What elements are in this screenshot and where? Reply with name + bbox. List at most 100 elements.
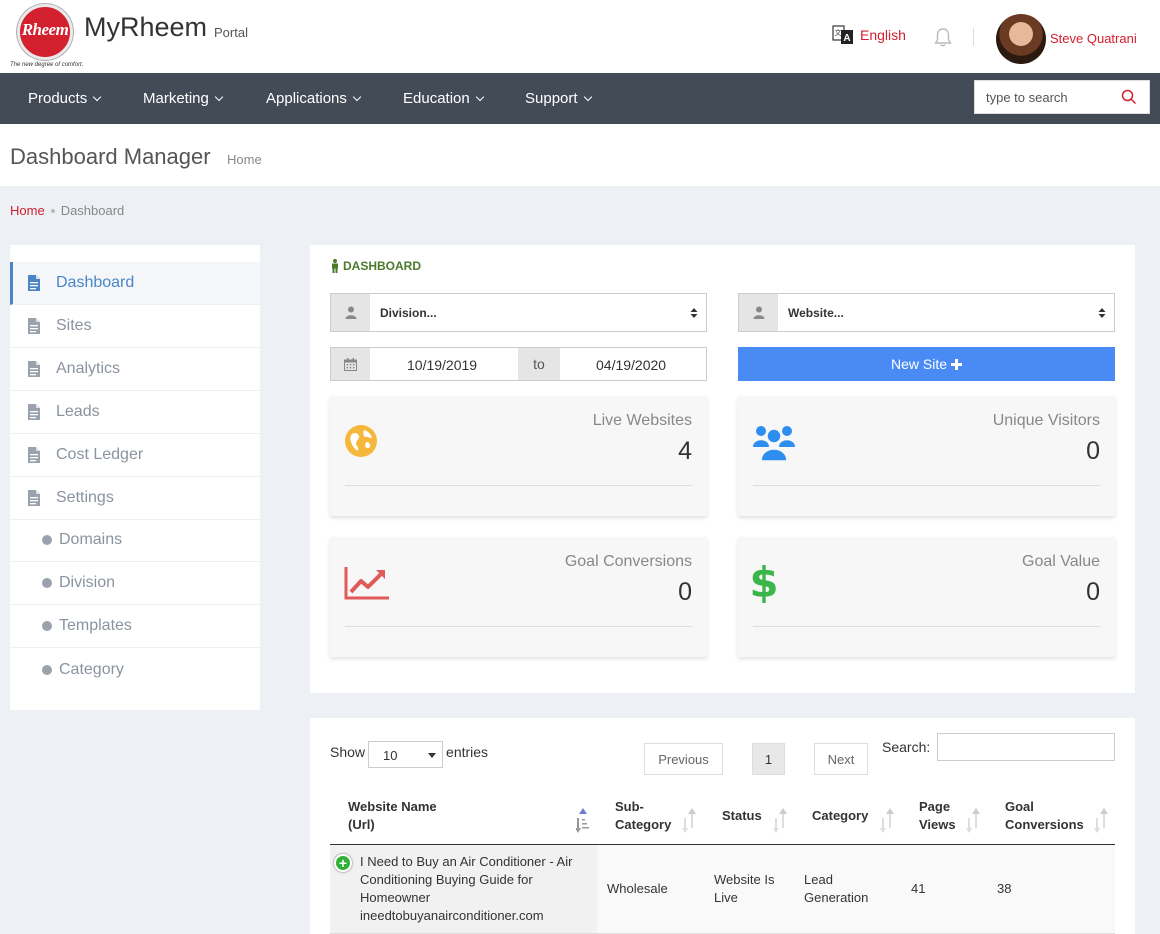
sidebar-item-sites[interactable]: Sites xyxy=(10,305,260,348)
breadcrumb: Home Dashboard xyxy=(10,203,124,218)
stat-value: 0 xyxy=(1086,437,1100,465)
stat-divider xyxy=(753,626,1100,627)
sidebar-item-label: Cost Ledger xyxy=(56,446,144,463)
new-site-button[interactable]: New Site xyxy=(738,347,1115,381)
app-title: MyRheem xyxy=(84,12,208,42)
next-button[interactable]: Next xyxy=(814,743,868,775)
entries-select[interactable]: 10 xyxy=(368,741,444,768)
website-select-value: Website... xyxy=(788,306,844,320)
sidebar-item-dashboard[interactable]: Dashboard xyxy=(10,262,260,305)
date-to-input[interactable]: 04/19/2020 xyxy=(596,357,666,373)
col-header-line: Page xyxy=(919,799,951,814)
sort-icon[interactable] xyxy=(773,808,787,834)
col-header-sub-category[interactable]: Sub- Category xyxy=(615,798,671,834)
plus-icon xyxy=(951,358,963,370)
col-header-website-name[interactable]: Website Name (Url) xyxy=(348,798,437,834)
sort-desc-icon[interactable] xyxy=(576,808,590,834)
rheem-logo[interactable]: Rheem The new degree of comfort. xyxy=(10,4,83,70)
dashboard-panel: DASHBOARD Division... Website... 10/19/2… xyxy=(310,245,1135,693)
cell-line: ineedtobuyanairconditioner.com xyxy=(360,908,544,923)
sidebar-item-label: Leads xyxy=(56,403,100,420)
users-icon xyxy=(752,423,796,466)
page-title-bar: Dashboard Manager Home xyxy=(0,124,1160,186)
breadcrumb-separator xyxy=(50,208,55,213)
sidebar-subitem-templates[interactable]: Templates xyxy=(10,605,260,648)
sort-icon[interactable] xyxy=(1094,808,1108,834)
language-label: English xyxy=(860,27,906,43)
search-input[interactable] xyxy=(975,81,1115,113)
col-header-category[interactable]: Category xyxy=(812,807,868,825)
previous-button[interactable]: Previous xyxy=(644,743,723,775)
nav-education[interactable]: Education xyxy=(403,90,484,107)
nav-label: Education xyxy=(403,90,470,107)
sidebar-item-label: Analytics xyxy=(56,360,121,377)
stat-card-unique-visitors: Unique Visitors 0 xyxy=(738,396,1115,516)
header-divider xyxy=(973,28,974,46)
nav-search xyxy=(974,80,1150,114)
breadcrumb-home[interactable]: Home xyxy=(10,203,45,218)
col-header-status[interactable]: Status xyxy=(722,807,762,825)
date-from-input[interactable]: 10/19/2019 xyxy=(407,357,477,373)
sidebar-item-label: Settings xyxy=(56,489,114,506)
nav-products[interactable]: Products xyxy=(28,90,102,107)
bell-icon[interactable] xyxy=(932,26,954,53)
table-row[interactable]: + I Need to Buy an Air Conditioner - Air… xyxy=(330,845,1115,934)
nav-applications[interactable]: Applications xyxy=(266,90,362,107)
cell-category: Lead Generation xyxy=(804,871,868,907)
search-icon[interactable] xyxy=(1121,89,1137,110)
stat-value: 0 xyxy=(678,578,692,606)
nav-label: Marketing xyxy=(143,90,209,107)
sidebar-item-analytics[interactable]: Analytics xyxy=(10,348,260,391)
sort-icon[interactable] xyxy=(966,808,980,834)
col-header-goal-conversions[interactable]: Goal Conversions xyxy=(1005,798,1084,834)
user-icon-addon xyxy=(739,294,778,331)
stat-label: Unique Visitors xyxy=(992,412,1100,429)
nav-support[interactable]: Support xyxy=(525,90,592,107)
cell-sub-category: Wholesale xyxy=(607,881,668,896)
division-select-value: Division... xyxy=(380,306,437,320)
dollar-icon: $ xyxy=(749,558,778,608)
stat-label: Live Websites xyxy=(592,412,692,429)
breadcrumb-current: Dashboard xyxy=(60,203,125,218)
table-search-label: Search: xyxy=(882,739,931,755)
stat-value: 4 xyxy=(678,437,692,465)
dashboard-heading: DASHBOARD xyxy=(330,259,421,273)
nav-marketing[interactable]: Marketing xyxy=(143,90,224,107)
bullet-icon xyxy=(42,578,52,588)
col-header-page-views[interactable]: Page Views xyxy=(919,798,956,834)
col-header-line: Category xyxy=(812,808,869,823)
bullet-icon xyxy=(42,535,52,545)
line-chart-icon xyxy=(344,565,390,606)
calendar-icon xyxy=(344,357,357,371)
website-select[interactable]: Website... xyxy=(738,293,1115,332)
avatar[interactable] xyxy=(996,14,1046,64)
user-icon-addon xyxy=(331,294,370,331)
expand-row-icon[interactable]: + xyxy=(334,854,352,872)
sort-icon[interactable] xyxy=(880,808,894,834)
document-icon xyxy=(28,447,40,463)
cell-goal-conversions: 38 xyxy=(997,881,1012,896)
division-select[interactable]: Division... xyxy=(330,293,707,332)
cell-line: I Need to Buy an Air Conditioner - Air xyxy=(360,854,573,869)
sidebar-subitem-division[interactable]: Division xyxy=(10,562,260,605)
sidebar-item-leads[interactable]: Leads xyxy=(10,391,260,434)
page-1-button[interactable]: 1 xyxy=(752,743,785,775)
sidebar-subitem-category[interactable]: Category xyxy=(10,648,260,691)
document-icon xyxy=(28,318,40,334)
language-selector[interactable]: A 文 English xyxy=(832,24,906,46)
cell-website-name[interactable]: I Need to Buy an Air Conditioner - Air C… xyxy=(360,853,595,925)
sort-arrows-icon xyxy=(1098,308,1106,318)
sidebar-item-settings[interactable]: Settings xyxy=(10,477,260,520)
sort-icon[interactable] xyxy=(682,808,696,834)
new-site-label: New Site xyxy=(890,356,948,372)
sites-table-panel: Show 10 entries Previous 1 Next Search: … xyxy=(310,718,1135,934)
page-subtitle: Home xyxy=(227,152,262,167)
sidebar-subitem-domains[interactable]: Domains xyxy=(10,519,260,562)
caret-down-icon xyxy=(428,753,437,758)
cell-status: Website Is Live xyxy=(714,871,774,907)
table-search-input[interactable] xyxy=(937,733,1115,761)
col-header-line: Status xyxy=(722,808,762,823)
sidebar-item-cost-ledger[interactable]: Cost Ledger xyxy=(10,434,260,477)
username[interactable]: Steve Quatrani xyxy=(1050,31,1137,46)
chevron-down-icon xyxy=(583,92,592,101)
